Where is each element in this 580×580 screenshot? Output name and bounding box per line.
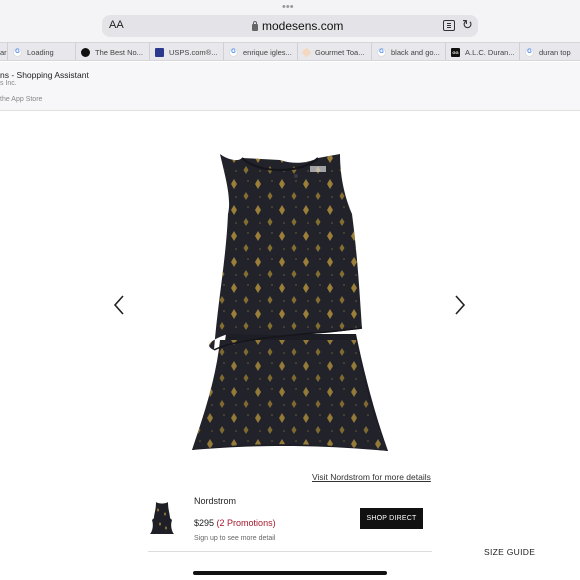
url-display[interactable]: modesens.com [252, 19, 343, 33]
lock-icon [252, 21, 258, 31]
google-icon: G [229, 47, 238, 57]
price-line: $295 (2 Promotions) [194, 518, 276, 528]
reader-view-icon[interactable] [443, 20, 455, 31]
retailer-name: Nordstrom [194, 496, 237, 506]
text-size-button[interactable]: AA [109, 19, 124, 31]
size-guide-link[interactable]: SIZE GUIDE [484, 547, 535, 557]
tab-gourmet[interactable]: Gourmet Toa... [298, 43, 372, 60]
dark-circle-icon [81, 47, 90, 57]
tab-alc-duran[interactable]: GG A.L.C. Duran... [446, 43, 520, 60]
app-banner[interactable]: ns - Shopping Assistant s Inc. the App S… [0, 62, 580, 111]
tab-label: duran top [539, 47, 571, 57]
reload-icon[interactable]: ↻ [462, 18, 473, 32]
chevron-right-icon[interactable] [453, 294, 467, 316]
google-icon: G [13, 47, 22, 57]
url-text: modesens.com [262, 19, 344, 33]
product-thumbnail[interactable] [148, 500, 176, 536]
offer-row: Nordstrom $295 (2 Promotions) Sign up to… [148, 490, 432, 552]
tab-duran-top[interactable]: G duran top [520, 43, 580, 60]
tab-label: Loading [27, 47, 54, 57]
signup-note[interactable]: Sign up to see more detail [194, 535, 275, 542]
shop-direct-button[interactable]: SHOP DIRECT [360, 508, 423, 529]
tab-label: Gourmet Toa... [315, 47, 365, 57]
browser-chrome: ••• AA modesens.com ↻ [0, 0, 580, 42]
google-icon: G [525, 47, 534, 57]
tab-label: black and go... [391, 47, 440, 57]
gourmet-icon [301, 47, 312, 57]
tab-enrique[interactable]: G enrique igles... [224, 43, 298, 60]
tab-label: USPS.com®... [169, 47, 218, 57]
tab-usps[interactable]: USPS.com®... [150, 43, 224, 60]
tab-label: enrique igles... [243, 47, 292, 57]
chevron-left-icon[interactable] [112, 294, 126, 316]
price-value: $295 [194, 518, 215, 528]
banner-title: ns - Shopping Assistant [0, 70, 89, 80]
tab-label: ar [0, 47, 7, 57]
tab-label: A.L.C. Duran... [465, 47, 515, 57]
alc-icon: GG [451, 47, 460, 57]
tab-bar: ar G Loading The Best No... USPS.com®...… [0, 42, 580, 61]
google-icon: G [377, 47, 386, 57]
home-indicator[interactable] [193, 571, 387, 575]
product-gallery [0, 112, 580, 472]
tab-best-no[interactable]: The Best No... [76, 43, 150, 60]
tab-loading[interactable]: G Loading [8, 43, 76, 60]
more-dots-icon[interactable]: ••• [282, 2, 294, 13]
sleeveless-top-image [192, 154, 388, 451]
address-bar[interactable]: AA modesens.com ↻ [102, 15, 478, 37]
promotions-link[interactable]: (2 Promotions) [217, 518, 276, 528]
banner-subtitle: s Inc. [0, 80, 17, 87]
usps-icon [155, 47, 164, 57]
visit-retailer-link[interactable]: Visit Nordstrom for more details [312, 472, 431, 482]
tab-black-gold[interactable]: G black and go... [372, 43, 446, 60]
tab-partial[interactable]: ar [0, 43, 8, 60]
tab-label: The Best No... [95, 47, 143, 57]
banner-store-text: the App Store [0, 96, 43, 103]
